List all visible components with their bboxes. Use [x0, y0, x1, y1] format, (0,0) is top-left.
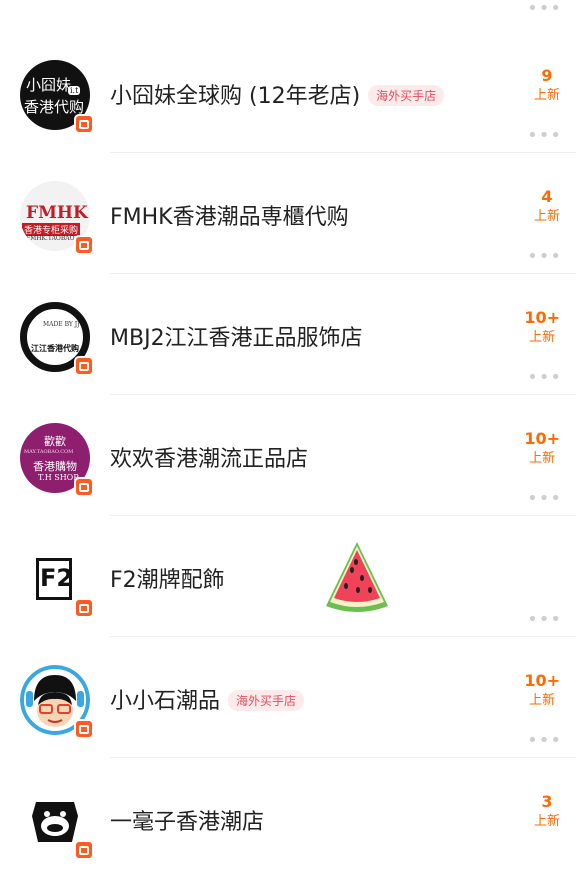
- more-icon[interactable]: •••: [527, 490, 562, 508]
- new-count-value: 10+: [524, 671, 560, 690]
- shop-row[interactable]: FMHK 香港专柜采购 FMHK.TAOBAO FMHK香港潮品専櫃代购 4 上…: [0, 153, 576, 274]
- more-icon[interactable]: •••: [527, 611, 562, 629]
- new-label: 上新: [529, 330, 556, 345]
- tmall-icon: [74, 840, 94, 860]
- more-icon[interactable]: •••: [527, 127, 562, 145]
- watermelon-icon: [326, 542, 388, 612]
- shop-name-text: 一毫子香港潮店: [110, 810, 265, 835]
- overseas-tag: 海外买手店: [368, 85, 445, 106]
- shop-name-text: F2潮牌配飾: [110, 568, 225, 593]
- new-count-value: 9: [541, 66, 553, 85]
- tmall-icon: [74, 235, 94, 255]
- shop-name[interactable]: 小小石潮品 海外买手店: [110, 683, 305, 715]
- shop-name[interactable]: 一毫子香港潮店: [110, 804, 264, 836]
- new-count[interactable]: 4 上新: [534, 187, 560, 227]
- avatar-text: T.H SHOP: [38, 473, 79, 482]
- avatar-text: 香港購物: [33, 460, 77, 473]
- avatar-text: 小囧妹: [26, 76, 72, 94]
- tmall-icon: [74, 356, 94, 376]
- tmall-icon: [74, 477, 94, 497]
- shop-name-text: 欢欢香港潮流正品店: [110, 447, 309, 472]
- overseas-tag: 海外买手店: [228, 690, 305, 711]
- new-label: 上新: [529, 693, 556, 708]
- tmall-icon: [74, 114, 94, 134]
- avatar-text: MAY.TAOBAO.COM: [24, 449, 74, 455]
- avatar-text: MADE BY JJ: [43, 321, 80, 328]
- new-label: 上新: [533, 209, 560, 224]
- avatar-text: 歡歡: [44, 435, 66, 448]
- shop-name[interactable]: MBJ2江江香港正品服饰店: [110, 320, 363, 352]
- tmall-icon: [74, 719, 94, 739]
- shop-name[interactable]: 欢欢香港潮流正品店: [110, 441, 308, 473]
- new-count-value: 4: [541, 187, 553, 206]
- avatar-badge: i.t: [68, 86, 81, 95]
- new-count-value: 10+: [524, 308, 560, 327]
- avatar-text: 香港代购: [24, 98, 85, 116]
- shop-row[interactable]: 小小石潮品 海外买手店 10+ 上新 •••: [0, 637, 576, 758]
- shop-name-text: MBJ2江江香港正品服饰店: [110, 326, 363, 351]
- tmall-icon: [74, 598, 94, 618]
- more-icon[interactable]: •••: [527, 732, 562, 750]
- shop-list: ••• 小囧妹 香港代购 i.t 小囧妹全球购 (12年老店) 海外买手店 9 上…: [0, 0, 576, 860]
- new-label: 上新: [529, 451, 556, 466]
- shop-name[interactable]: F2潮牌配飾: [110, 562, 225, 594]
- new-count-value: 10+: [524, 429, 560, 448]
- new-count[interactable]: 9 上新: [534, 66, 560, 106]
- avatar-text: F2: [40, 564, 74, 592]
- shop-row[interactable]: 歡歡 MAY.TAOBAO.COM 香港購物 T.H SHOP 欢欢香港潮流正品…: [0, 395, 576, 516]
- shop-name-text: FMHK香港潮品専櫃代购: [110, 205, 349, 230]
- avatar-text: FMHK: [26, 203, 88, 223]
- new-count[interactable]: 10+ 上新: [524, 671, 560, 711]
- shop-row[interactable]: 小囧妹 香港代购 i.t 小囧妹全球购 (12年老店) 海外买手店 9 上新 ••…: [0, 32, 576, 153]
- new-count[interactable]: 10+ 上新: [524, 308, 560, 348]
- avatar-text: 江江香港代购: [31, 343, 79, 353]
- avatar-text: FMHK.TAOBAO: [26, 235, 75, 242]
- new-label: 上新: [533, 88, 560, 103]
- shop-name-text: 小囧妹全球购 (12年老店): [110, 84, 361, 109]
- shop-name[interactable]: 小囧妹全球购 (12年老店) 海外买手店: [110, 78, 445, 110]
- more-icon[interactable]: •••: [527, 248, 562, 266]
- new-count-value: 3: [541, 792, 553, 811]
- shop-row[interactable]: 一毫子香港潮店 3 上新: [0, 758, 576, 879]
- shop-name[interactable]: FMHK香港潮品専櫃代购: [110, 199, 349, 231]
- new-label: 上新: [533, 814, 560, 829]
- more-icon[interactable]: •••: [527, 369, 562, 387]
- shop-row[interactable]: MADE BY JJ 江江香港代购 MBJ2江江香港正品服饰店 10+ 上新 •…: [0, 274, 576, 395]
- new-count[interactable]: 3 上新: [534, 792, 560, 832]
- new-count[interactable]: 10+ 上新: [524, 429, 560, 469]
- more-icon[interactable]: •••: [527, 0, 562, 18]
- shop-row[interactable]: F2 F2潮牌配飾 •••: [0, 516, 576, 637]
- shop-name-text: 小小石潮品: [110, 689, 221, 714]
